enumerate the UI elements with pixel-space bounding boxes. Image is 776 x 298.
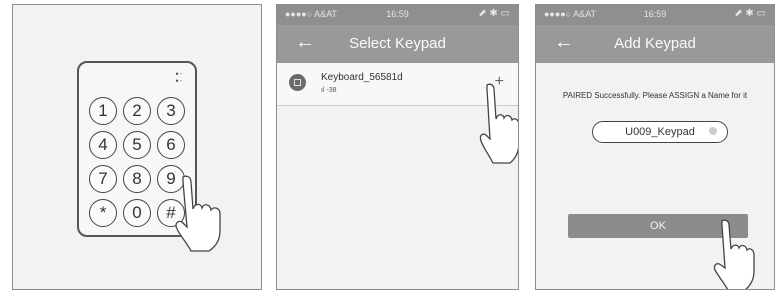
key-8[interactable]: 8 [123, 165, 151, 193]
keypad-illustration-panel: •ᐧ •ᐧ 1 2 3 4 5 6 7 8 9 * 0 # [12, 4, 262, 290]
add-keypad-screen: ●●●●○ A&AT 16:59 ⬈ ✱ ▭ ← Add Keypad PAIR… [535, 4, 775, 290]
status-indicators-icon: ⬈ ✱ ▭ [734, 8, 766, 19]
nav-bar: ← Add Keypad [536, 25, 774, 63]
carrier-label: ●●●●○ A&AT [544, 9, 597, 19]
keypad-device-icon [289, 74, 306, 91]
page-title: Select Keypad [349, 35, 446, 52]
key-5[interactable]: 5 [123, 131, 151, 159]
pointing-hand-icon [713, 219, 755, 289]
key-1[interactable]: 1 [89, 97, 117, 125]
key-3[interactable]: 3 [157, 97, 185, 125]
pointing-hand-icon [479, 83, 518, 164]
select-keypad-screen: ●●●●○ A&AT 16:59 ⬈ ✱ ▭ ← Select Keypad K… [276, 4, 519, 290]
key-0[interactable]: 0 [123, 199, 151, 227]
keypad-name-value: U009_Keypad [625, 126, 695, 138]
status-indicators-icon: ⬈ ✱ ▭ [478, 8, 510, 19]
status-bar: ●●●●○ A&AT 16:59 ⬈ ✱ ▭ [277, 5, 518, 25]
key-6[interactable]: 6 [157, 131, 185, 159]
pairing-message: PAIRED Successfully. Please ASSIGN a Nam… [562, 91, 748, 100]
key-2[interactable]: 2 [123, 97, 151, 125]
page-title: Add Keypad [614, 35, 696, 52]
key-4[interactable]: 4 [89, 131, 117, 159]
status-bar: ●●●●○ A&AT 16:59 ⬈ ✱ ▭ [536, 5, 774, 25]
status-time: 16:59 [643, 9, 667, 19]
device-name: Keyboard_56581d [321, 72, 403, 83]
key-star[interactable]: * [89, 199, 117, 227]
signal-strength: ıl -38 [321, 87, 337, 94]
pointing-hand-icon [175, 175, 221, 252]
key-7[interactable]: 7 [89, 165, 117, 193]
carrier-label: ●●●●○ A&AT [285, 9, 338, 19]
wifi-icon: •ᐧ •ᐧ [175, 69, 183, 86]
keypad-name-input[interactable]: U009_Keypad [592, 121, 728, 143]
status-time: 16:59 [386, 9, 409, 19]
nav-bar: ← Select Keypad [277, 25, 518, 63]
clear-icon[interactable] [709, 127, 717, 135]
